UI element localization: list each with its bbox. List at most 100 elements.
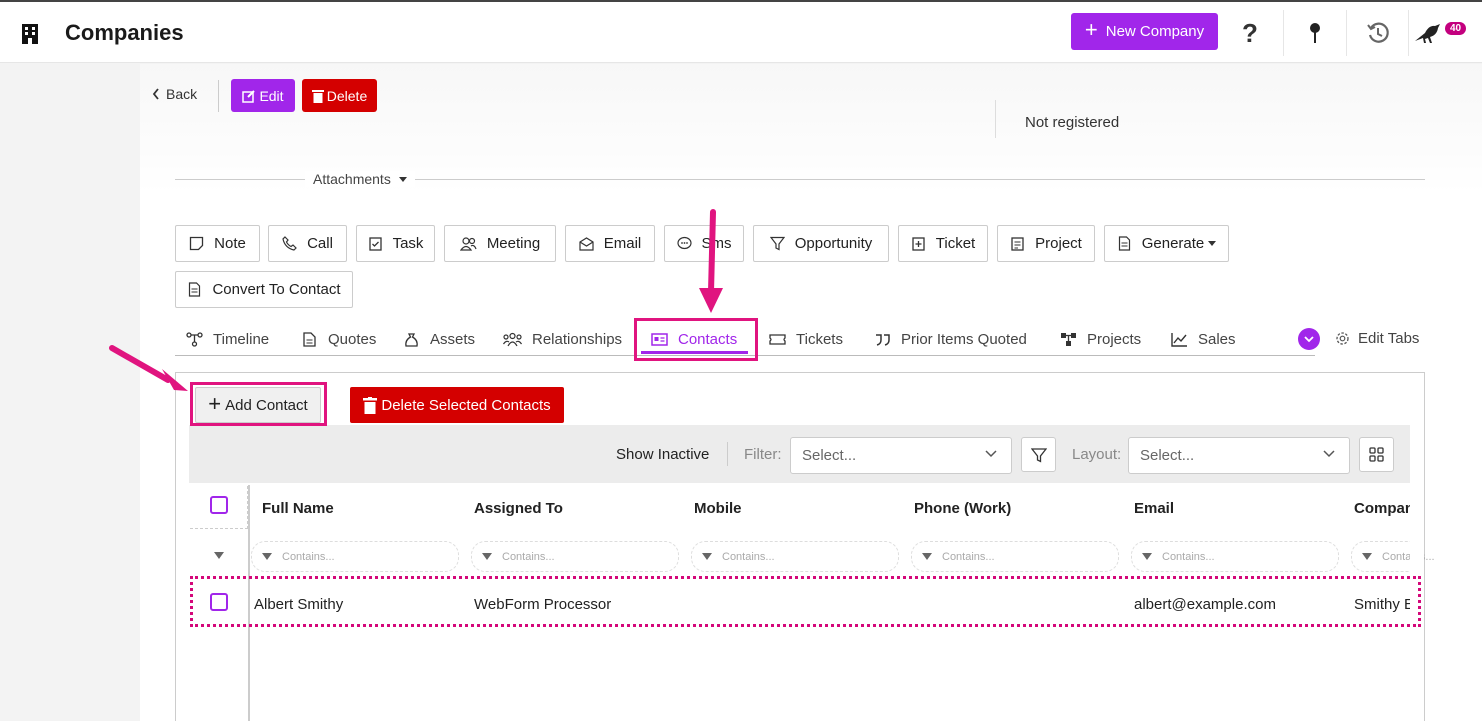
call-button[interactable]: Call (268, 225, 347, 262)
meeting-button[interactable]: Meeting (444, 225, 556, 262)
mobile-filter-input[interactable]: Contains... (691, 541, 899, 572)
column-header-company[interactable]: Compan (1354, 500, 1414, 517)
filter-icon (1362, 553, 1372, 560)
trash-icon (311, 89, 324, 103)
project-button[interactable]: Project (997, 225, 1095, 262)
filter-icon (702, 553, 712, 560)
generate-label: Generate (1141, 235, 1205, 252)
generate-dropdown[interactable]: Generate (1104, 225, 1229, 262)
sms-icon (676, 236, 692, 250)
attachments-label: Attachments (313, 171, 391, 187)
edit-tabs-button[interactable]: Edit Tabs (1335, 330, 1419, 347)
meeting-label: Meeting (486, 235, 541, 252)
tab-tickets[interactable]: Tickets (769, 328, 843, 350)
note-button[interactable]: Note (175, 225, 260, 262)
tab-projects[interactable]: Projects (1060, 328, 1141, 350)
project-icon (1011, 237, 1024, 251)
top-bar: Companies + New Company ? 40 (0, 0, 1482, 63)
edit-tabs-label: Edit Tabs (1358, 330, 1420, 347)
filter-label: Filter: (744, 446, 782, 463)
opportunity-label: Opportunity (794, 235, 873, 252)
trash-icon (363, 396, 378, 414)
new-company-label: New Company (1105, 23, 1205, 40)
tab-sales[interactable]: Sales (1171, 328, 1236, 350)
plus-icon: + (1084, 17, 1098, 42)
chart-icon (1171, 332, 1187, 347)
tab-label: Prior Items Quoted (901, 330, 1027, 348)
tab-prior-items-quoted[interactable]: Prior Items Quoted (874, 328, 1027, 350)
convert-to-contact-button[interactable]: Convert To Contact (175, 271, 353, 308)
column-header-phone-work[interactable]: Phone (Work) (914, 500, 1011, 517)
column-header-assigned-to[interactable]: Assigned To (474, 500, 563, 517)
delete-selected-contacts-button[interactable]: Delete Selected Contacts (350, 387, 564, 423)
tab-timeline[interactable]: Timeline (186, 328, 269, 350)
filter-icon (769, 236, 785, 251)
filter-placeholder: Contains... (722, 550, 775, 563)
tab-assets[interactable]: Assets (403, 328, 475, 350)
delete-selected-label: Delete Selected Contacts (381, 396, 551, 414)
document-icon (189, 282, 201, 297)
history-icon[interactable] (1364, 19, 1392, 47)
full-name-filter-input[interactable]: Contains... (251, 541, 459, 572)
tab-label: Quotes (328, 330, 377, 348)
filter-placeholder: Contains... (1382, 550, 1435, 563)
tab-label: Timeline (213, 330, 270, 348)
sms-label: Sms (701, 235, 732, 252)
layout-select[interactable]: Select... (1128, 437, 1350, 474)
building-icon (22, 24, 38, 44)
attachments-toggle[interactable]: Attachments (305, 171, 415, 187)
delete-button[interactable]: Delete (302, 79, 377, 112)
email-button[interactable]: Email (565, 225, 655, 262)
filter-placeholder: Contains... (942, 550, 995, 563)
email-icon (579, 237, 594, 251)
notification-badge: 40 (1445, 22, 1467, 35)
ticket-icon (769, 333, 786, 345)
convert-to-contact-label: Convert To Contact (212, 281, 341, 298)
opportunity-button[interactable]: Opportunity (753, 225, 889, 262)
column-header-mobile[interactable]: Mobile (694, 500, 742, 517)
caret-down-icon (398, 176, 407, 182)
phone-work-filter-input[interactable]: Contains... (911, 541, 1119, 572)
assigned-to-filter-input[interactable]: Contains... (471, 541, 679, 572)
note-label: Note (214, 235, 246, 252)
filter-icon (262, 553, 272, 560)
filter-icon (922, 553, 932, 560)
add-contact-highlight (190, 382, 327, 426)
quote-icon (303, 331, 316, 347)
raven-icon[interactable] (1413, 19, 1445, 47)
tab-quotes[interactable]: Quotes (301, 328, 376, 350)
ticket-button[interactable]: Ticket (898, 225, 988, 262)
document-icon (1118, 236, 1130, 251)
email-filter-input[interactable]: Contains... (1131, 541, 1339, 572)
help-icon[interactable]: ? (1236, 18, 1264, 48)
grid-layout-icon (1369, 447, 1384, 462)
divider (727, 442, 728, 466)
edit-label: Edit (259, 87, 284, 104)
sms-button[interactable]: Sms (664, 225, 744, 262)
show-inactive-toggle[interactable]: Show Inactive (616, 446, 709, 463)
page-title: Companies (65, 20, 184, 45)
filter-select[interactable]: Select... (790, 437, 1012, 474)
layout-select-value: Select... (1140, 447, 1195, 464)
task-label: Task (392, 235, 424, 252)
note-icon (190, 236, 204, 251)
filter-select-value: Select... (802, 447, 857, 464)
pin-icon[interactable] (1301, 19, 1329, 47)
column-header-email[interactable]: Email (1134, 500, 1174, 517)
task-icon (368, 237, 382, 251)
tab-relationships[interactable]: Relationships (503, 328, 622, 350)
column-header-full-name[interactable]: Full Name (262, 500, 334, 517)
tab-label: Projects (1087, 330, 1142, 348)
select-all-checkbox[interactable] (210, 496, 228, 514)
advanced-filter-button[interactable] (1021, 437, 1056, 472)
back-link[interactable]: Back (152, 86, 197, 102)
ticket-label: Ticket (935, 235, 976, 252)
more-tabs-button[interactable] (1298, 328, 1320, 350)
filter-row-icon (214, 552, 224, 559)
new-company-button[interactable]: + New Company (1071, 13, 1218, 50)
chevron-down-icon (1304, 335, 1314, 342)
divider (995, 100, 996, 138)
edit-button[interactable]: Edit (231, 79, 295, 112)
task-button[interactable]: Task (356, 225, 435, 262)
layout-options-button[interactable] (1359, 437, 1394, 472)
